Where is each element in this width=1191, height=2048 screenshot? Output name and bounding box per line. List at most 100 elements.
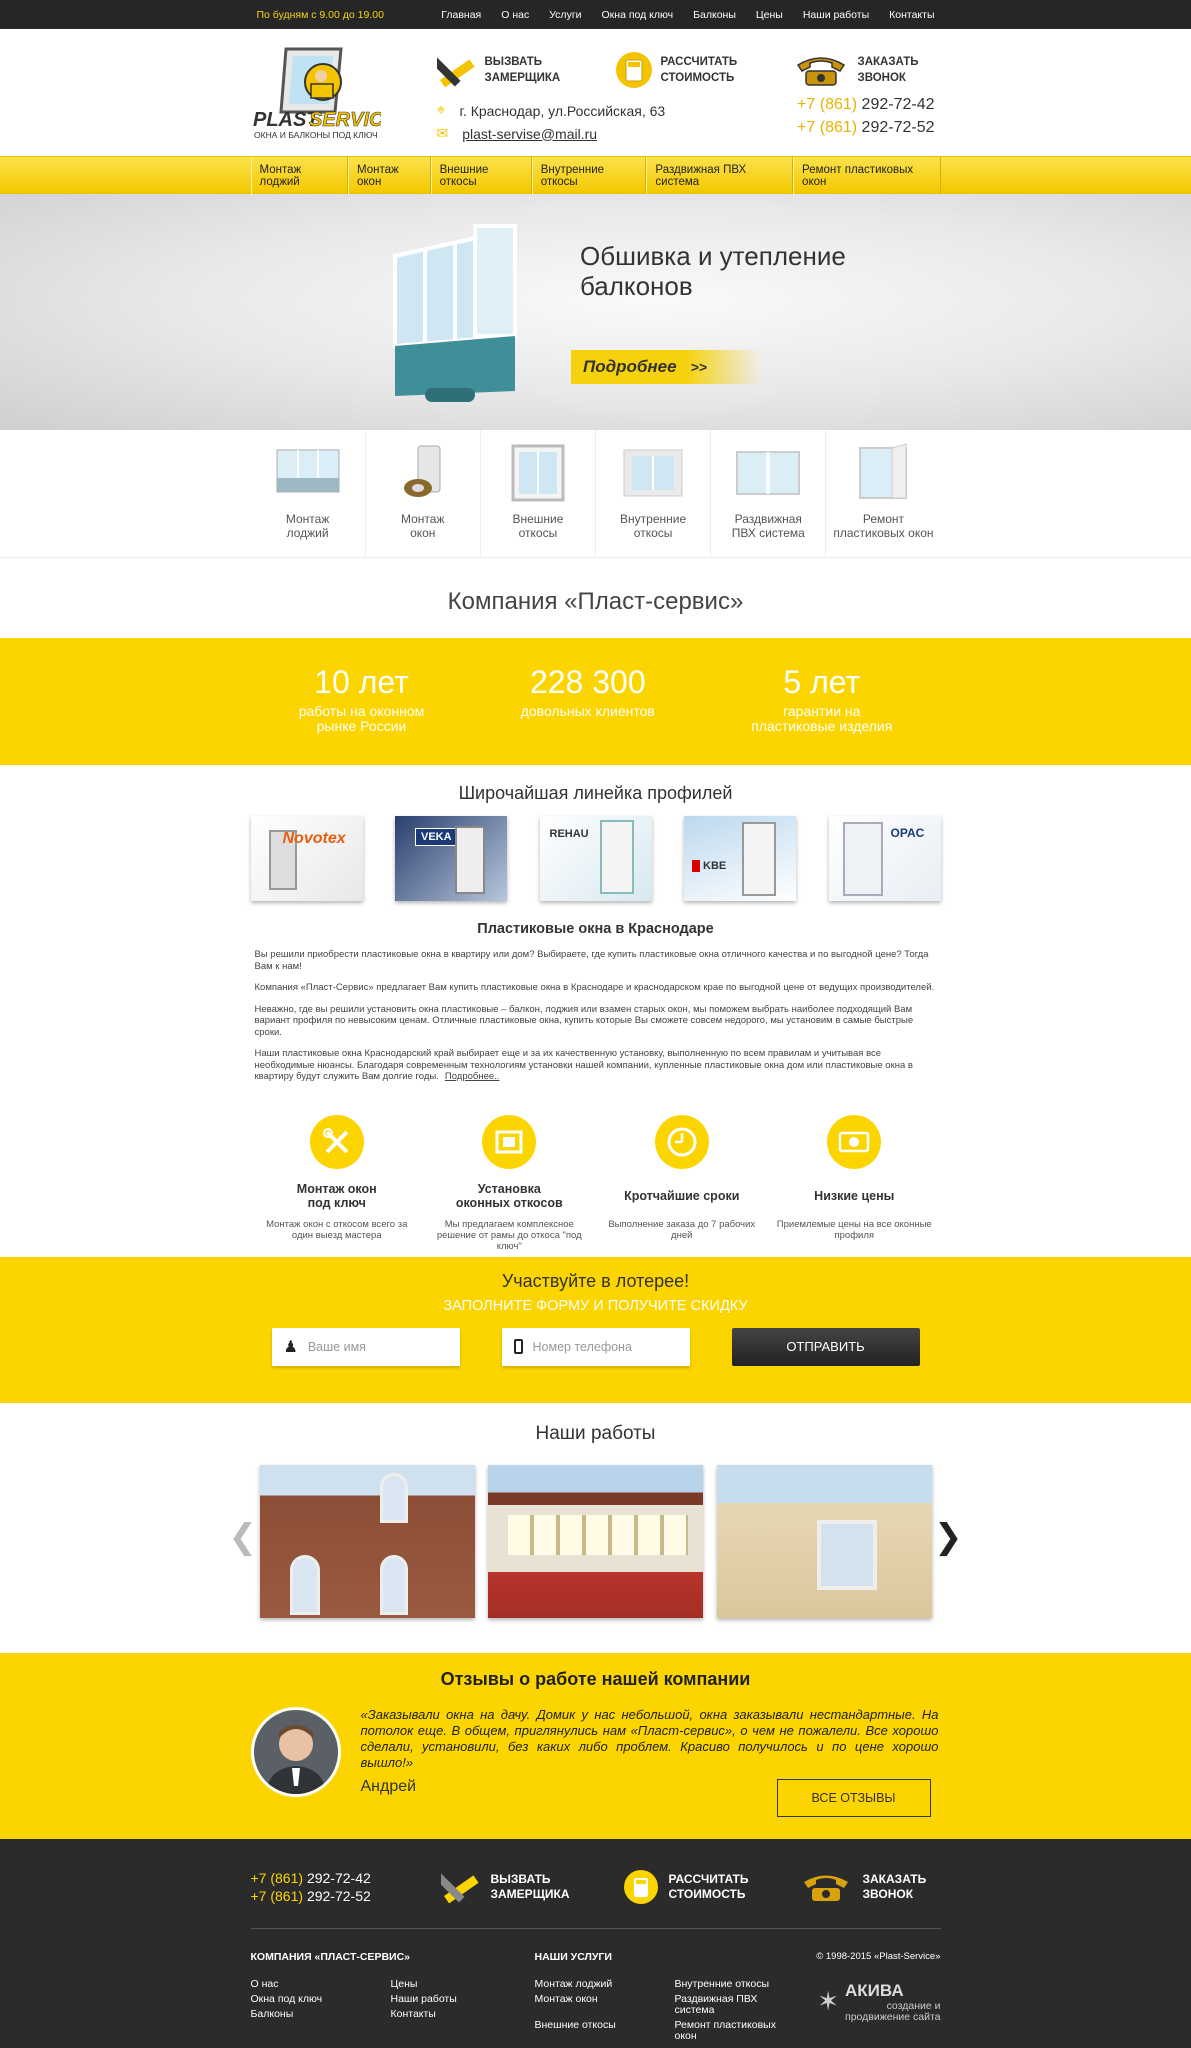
service-repair[interactable]: Ремонт пластиковых окон	[826, 430, 940, 557]
footer-link-inner-slopes[interactable]: Внутренние откосы	[675, 1978, 785, 1990]
work-photo[interactable]	[259, 1464, 475, 1618]
top-nav-contacts[interactable]: Контакты	[889, 9, 934, 21]
service-loggias[interactable]: Монтаж лоджий	[251, 430, 366, 557]
service-label: Монтаж	[401, 512, 445, 526]
footer-link-works[interactable]: Наши работы	[391, 1993, 501, 2005]
stats-band: 10 лет работы на оконном рынке России 22…	[0, 638, 1191, 765]
top-nav-about[interactable]: О нас	[501, 9, 529, 21]
top-nav-prices[interactable]: Цены	[756, 9, 783, 21]
call-measurer-button[interactable]: ВЫЗВАТЬ ЗАМЕРЩИКА	[436, 51, 561, 89]
developer-credit[interactable]: ✶ АКИВА создание и продвижение сайта	[817, 1981, 940, 2023]
feature-title-line: Установка	[477, 1181, 541, 1196]
top-nav-home[interactable]: Главная	[441, 9, 481, 21]
footer-link-prices[interactable]: Цены	[391, 1978, 501, 1990]
action-line: СТОИМОСТЬ	[668, 1886, 746, 1901]
feature-title-line: Кротчайшие сроки	[624, 1188, 740, 1203]
menu-item-outer-slopes[interactable]: Внешние откосы	[430, 157, 532, 194]
service-windows[interactable]: Монтаж окон	[366, 430, 481, 557]
carousel-next-icon[interactable]: ❯	[934, 1517, 963, 1557]
hero-more-button[interactable]: Подробнее >>	[571, 350, 761, 384]
footer-link-contacts[interactable]: Контакты	[391, 2008, 501, 2020]
action-line: ВЫЗВАТЬ	[490, 1871, 551, 1886]
action-line: ЗВОНОК	[862, 1886, 914, 1901]
top-nav-turnkey[interactable]: Окна под ключ	[602, 9, 674, 21]
menu-item-loggias[interactable]: Монтаж лоджий	[250, 157, 348, 194]
logo-text-service: SERVICE	[309, 109, 381, 131]
calc-cost-line2: СТОИМОСТЬ	[660, 72, 735, 84]
inner-slope-window-icon	[623, 449, 683, 497]
star-icon: ✶	[817, 1986, 840, 2016]
footer-order-call-button[interactable]: ЗАКАЗАТЬ ЗВОНОК	[799, 1869, 926, 1905]
footer-link-windows[interactable]: Монтаж окон	[535, 1993, 675, 2016]
top-nav-works[interactable]: Наши работы	[803, 9, 869, 21]
phone-number: 292-72-52	[861, 119, 935, 136]
menu-item-sliding-pvc[interactable]: Раздвижная ПВХ система	[646, 157, 794, 194]
footer-phone-1[interactable]: +7 (861) 292-72-42	[251, 1869, 371, 1887]
lottery-title: Участвуйте в лотерее!	[501, 1270, 690, 1291]
call-measurer-line2: ЗАМЕРЩИКА	[484, 72, 561, 84]
footer-link-turnkey[interactable]: Окна под ключ	[251, 1993, 391, 2005]
seo-more-link[interactable]: Подробнее..	[445, 1071, 500, 1082]
footer-link-repair[interactable]: Ремонт пластиковых окон	[675, 2019, 785, 2042]
calculator-icon	[615, 52, 652, 88]
stat-clients: 228 300 довольных клиентов	[521, 664, 655, 765]
footer-col-title: НАШИ УСЛУГИ	[534, 1950, 612, 1963]
footer-call-measurer-button[interactable]: ВЫЗВАТЬ ЗАМЕРЩИКА	[440, 1869, 570, 1905]
feature-title: Установка оконных откосов	[429, 1181, 589, 1211]
brand-opac[interactable]: OPAC	[828, 816, 941, 901]
all-reviews-button[interactable]: ВСЕ ОТЗЫВЫ	[776, 1778, 931, 1817]
reviews-title: Отзывы о работе нашей компании	[440, 1668, 751, 1689]
header-phone-1[interactable]: +7 (861) 292-72-42	[797, 96, 934, 114]
brand-veka[interactable]: VEKA	[395, 816, 507, 901]
submit-button[interactable]: ОТПРАВИТЬ	[731, 1327, 920, 1366]
seo-title: Пластиковые окна в Краснодаре	[477, 921, 714, 937]
menu-item-windows[interactable]: Монтаж окон	[348, 157, 431, 194]
header-phone-2[interactable]: +7 (861) 292-72-52	[797, 119, 934, 137]
address: ⌖ г. Краснодар, ул.Российская, 63	[437, 102, 666, 120]
work-photo[interactable]	[716, 1464, 932, 1618]
brand-novotex[interactable]: Novotex	[250, 816, 363, 901]
name-placeholder: Ваше имя	[307, 1339, 366, 1354]
calc-cost-button[interactable]: РАССЧИТАТЬ СТОИМОСТЬ	[615, 51, 737, 89]
feature-title-line: Низкие цены	[814, 1188, 895, 1203]
calculator-icon	[623, 1869, 658, 1904]
top-nav: Главная О нас Услуги Окна под ключ Балко…	[441, 9, 934, 21]
brand-rehau[interactable]: REHAU	[539, 816, 652, 901]
footer-link-sliding-pvc[interactable]: Раздвижная ПВХ система	[675, 1993, 785, 2016]
order-call-button[interactable]: ЗАКАЗАТЬ ЗВОНОК	[792, 51, 919, 89]
footer-link-outer-slopes[interactable]: Внешние откосы	[535, 2019, 675, 2042]
menu-item-inner-slopes[interactable]: Внутренние откосы	[531, 157, 647, 194]
service-label: ПВХ система	[731, 526, 805, 540]
service-label: Ремонт	[862, 512, 905, 526]
service-label: окон	[410, 526, 436, 540]
footer-link-balconies[interactable]: Балконы	[251, 2008, 391, 2020]
footer-calc-cost-button[interactable]: РАССЧИТАТЬ СТОИМОСТЬ	[623, 1869, 749, 1905]
phone-code: +7 (861)	[250, 1887, 304, 1904]
phone-input[interactable]: Номер телефона	[501, 1327, 690, 1366]
top-nav-balconies[interactable]: Балконы	[693, 9, 736, 21]
footer-phone-2[interactable]: +7 (861) 292-72-52	[251, 1887, 371, 1905]
repair-window-icon	[859, 443, 908, 499]
brand-kbe[interactable]: KBE	[684, 816, 796, 901]
logo[interactable]: PLAST SERVICE ОКНА И БАЛКОНЫ ПОД КЛЮЧ	[251, 44, 397, 142]
name-input[interactable]: ♟ Ваше имя	[271, 1327, 460, 1366]
service-label: Раздвижная	[734, 512, 802, 526]
feature-title: Низкие цены	[774, 1181, 934, 1211]
lottery-form-section: Участвуйте в лотерее! ЗАПОЛНИТЕ ФОРМУ И …	[0, 1256, 1191, 1403]
stat-number: 228 300	[529, 664, 646, 700]
footer-link-loggias[interactable]: Монтаж лоджий	[535, 1978, 675, 1990]
lottery-form: ♟ Ваше имя Номер телефона ОТПРАВИТЬ	[0, 1327, 1191, 1366]
service-inner-slopes[interactable]: Внутренние откосы	[596, 430, 712, 557]
footer-link-about[interactable]: О нас	[251, 1978, 391, 1990]
service-sliding-pvc[interactable]: Раздвижная ПВХ система	[711, 430, 827, 557]
carousel-prev-icon[interactable]: ❮	[229, 1517, 258, 1557]
phone-placeholder: Номер телефона	[532, 1339, 632, 1354]
window-frame-icon	[482, 1114, 537, 1169]
work-photo[interactable]	[488, 1464, 703, 1618]
service-outer-slopes[interactable]: Внешние откосы	[481, 430, 597, 557]
service-label: откосы	[633, 526, 673, 540]
menu-item-repair[interactable]: Ремонт пластиковых окон	[793, 157, 941, 194]
seo-paragraph: Вы решили приобрести пластиковые окна в …	[254, 949, 929, 972]
email-link[interactable]: plast-servise@mail.ru	[462, 126, 597, 142]
top-nav-services[interactable]: Услуги	[549, 9, 581, 21]
